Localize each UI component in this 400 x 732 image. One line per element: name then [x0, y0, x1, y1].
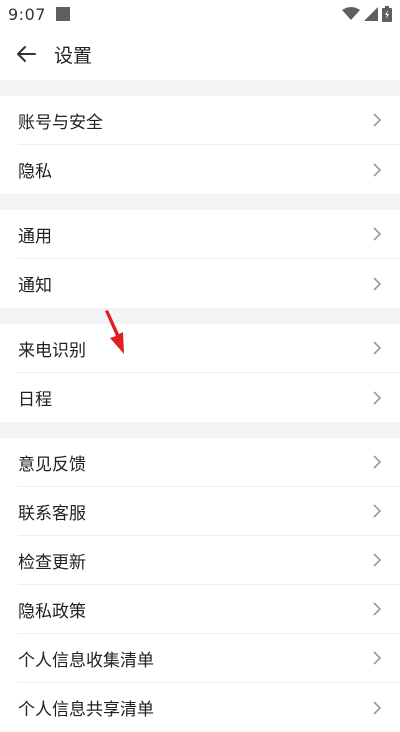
settings-item-feedback[interactable]: 意见反馈 — [18, 438, 400, 487]
settings-item-label: 通用 — [18, 226, 52, 247]
settings-item-label: 检查更新 — [18, 552, 86, 573]
status-icons — [342, 6, 392, 22]
settings-item-label: 来电识别 — [18, 340, 86, 361]
signal-icon — [364, 7, 378, 21]
chevron-right-icon — [372, 503, 382, 519]
section-divider — [0, 308, 400, 324]
settings-item-privacy[interactable]: 隐私 — [18, 145, 400, 194]
settings-item-info-sharing[interactable]: 个人信息共享清单 — [18, 683, 400, 732]
settings-group-caller: 来电识别 日程 — [0, 324, 400, 422]
status-bar: 9:07 — [0, 0, 400, 28]
back-button[interactable] — [14, 42, 38, 66]
settings-item-notifications[interactable]: 通知 — [18, 259, 400, 308]
settings-item-label: 通知 — [18, 276, 52, 296]
settings-item-label: 隐私政策 — [18, 601, 86, 622]
settings-item-caller-id[interactable]: 来电识别 — [18, 324, 400, 373]
settings-item-schedule[interactable]: 日程 — [18, 373, 400, 422]
chevron-right-icon — [372, 112, 382, 128]
settings-item-label: 意见反馈 — [18, 454, 86, 475]
page-title: 设置 — [54, 44, 93, 67]
chevron-right-icon — [372, 454, 382, 470]
settings-item-account-security[interactable]: 账号与安全 — [18, 96, 400, 145]
section-divider — [0, 194, 400, 210]
chevron-right-icon — [372, 226, 382, 242]
settings-item-info-collection[interactable]: 个人信息收集清单 — [18, 634, 400, 683]
settings-group-support: 意见反馈 联系客服 检查更新 隐私政策 个人信息收集清单 个人信息共享清单 — [0, 438, 400, 732]
chevron-right-icon — [372, 340, 382, 356]
app-bar: 设置 — [0, 28, 400, 80]
section-divider — [0, 80, 400, 96]
chevron-right-icon — [372, 552, 382, 568]
chevron-right-icon — [372, 650, 382, 666]
chevron-right-icon — [372, 276, 382, 292]
settings-item-label: 个人信息收集清单 — [18, 650, 154, 671]
settings-item-general[interactable]: 通用 — [18, 210, 400, 259]
chevron-right-icon — [372, 390, 382, 406]
battery-icon — [382, 6, 392, 22]
settings-group-account: 账号与安全 隐私 — [0, 96, 400, 194]
chevron-right-icon — [372, 162, 382, 178]
settings-item-label: 日程 — [18, 390, 52, 410]
annotation-arrow-icon — [105, 310, 124, 354]
notification-icon — [55, 7, 70, 21]
settings-item-label: 账号与安全 — [18, 112, 103, 133]
settings-item-check-update[interactable]: 检查更新 — [18, 536, 400, 585]
settings-item-label: 个人信息共享清单 — [18, 700, 154, 720]
settings-group-general: 通用 通知 — [0, 210, 400, 308]
status-time: 9:07 — [8, 4, 46, 24]
chevron-right-icon — [372, 700, 382, 716]
section-divider — [0, 422, 400, 438]
settings-item-customer-service[interactable]: 联系客服 — [18, 487, 400, 536]
wifi-icon — [342, 7, 360, 20]
settings-item-privacy-policy[interactable]: 隐私政策 — [18, 585, 400, 634]
settings-item-label: 联系客服 — [18, 503, 86, 524]
back-arrow-icon — [17, 46, 36, 62]
chevron-right-icon — [372, 601, 382, 617]
settings-item-label: 隐私 — [18, 162, 52, 182]
